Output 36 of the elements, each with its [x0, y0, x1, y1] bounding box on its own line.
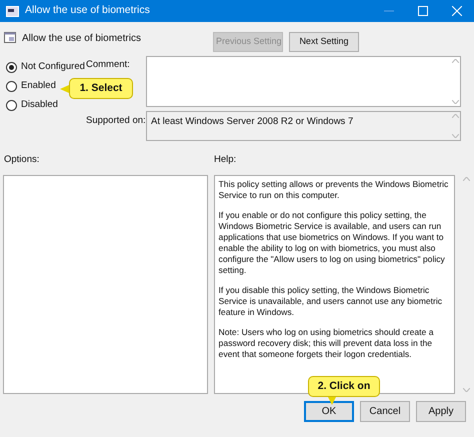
maximize-icon[interactable]	[418, 6, 428, 16]
nav-button[interactable]: Next Setting	[288, 32, 359, 52]
policy-icon	[6, 6, 19, 16]
radio-label: Enabled	[21, 79, 56, 94]
callout-pointer	[328, 397, 336, 405]
scroll-down-icon[interactable]	[462, 388, 470, 392]
callout-pointer	[60, 84, 69, 92]
help-paragraph: If you enable or do not configure this policy setting, the Windows Biometric Service is available, and users can run applications that use biometrics on Windows. If you want to enable the ability to log on with biometrics, you must also configure the "Allow users to log on using biometrics" policy setting.	[218, 210, 446, 276]
help-paragraph: This policy setting allows or prevents the Windows Biometric Service to run on this computer.	[218, 179, 450, 201]
dialog-button[interactable]: Apply	[416, 401, 466, 422]
help-label: Help:	[214, 153, 236, 167]
window-title: Allow the use of biometrics	[25, 3, 150, 18]
callout: 1. Select	[69, 78, 133, 99]
dialog-button[interactable]: OK	[304, 401, 354, 422]
dialog-button[interactable]: Cancel	[360, 401, 410, 422]
setting-title: Allow the use of biometrics	[22, 32, 141, 46]
comment-label: Comment:	[86, 58, 131, 70]
policy-icon	[4, 32, 16, 43]
supported-on-text: At least Windows Server 2008 R2 or Windows 7	[150, 115, 354, 129]
scroll-up-icon[interactable]	[452, 59, 458, 63]
supported-on-label: Supported on:	[86, 114, 146, 127]
radio-button[interactable]	[6, 81, 17, 92]
radio-label: Not Configured	[21, 60, 85, 74]
help-paragraph: Note: Users who log on using biometrics should create a password recovery disk; this will prevent data loss in the event that someone forgets their logon credentials.	[218, 327, 434, 360]
callout: 2. Click on	[308, 376, 380, 397]
comment-field[interactable]	[146, 56, 461, 107]
options-label: Options:	[4, 153, 40, 167]
radio-button[interactable]	[6, 62, 17, 73]
close-icon[interactable]	[452, 6, 462, 16]
scroll-up-icon[interactable]	[452, 114, 458, 118]
scroll-down-icon[interactable]	[452, 134, 458, 138]
radio-button[interactable]	[6, 100, 17, 111]
help-paragraph: If you disable this policy setting, the Windows Biometric Service is unavailable, and users cannot use any biometric feature in Windows.	[218, 285, 444, 318]
scroll-up-icon[interactable]	[462, 177, 470, 181]
radio-label: Disabled	[21, 98, 58, 112]
scroll-down-icon[interactable]	[452, 100, 458, 104]
